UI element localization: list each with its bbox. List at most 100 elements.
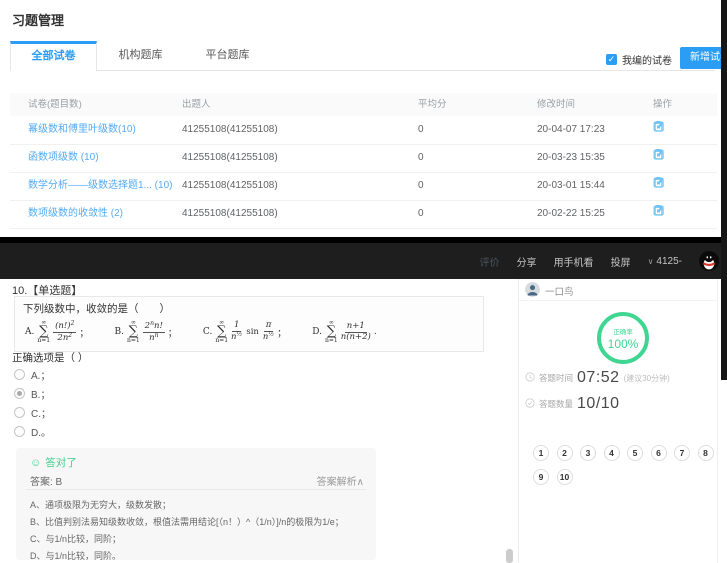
result-sidebar: 一口鸟 正确率 100% 答题时间 07:52 (建议30分钟) 答题数量 10… [518,279,718,563]
paper-avg-score: 0 [418,144,424,172]
col-header-modified: 修改时间 [537,93,575,116]
qq-avatar[interactable] [699,251,719,271]
sidebar-username: 一口鸟 [545,284,574,298]
choice-C[interactable]: C.； [14,405,51,420]
count-label: 答题数量 [539,398,573,410]
radio-unselected[interactable] [14,369,25,380]
paper-table-row: 数学分析——级数选择题1... (10) 41255108(41255108) 0 2… [10,172,717,201]
analysis-toggle[interactable]: 答案解析∧ [317,473,364,488]
math-option-C: C.∞∑n=11n½sinπn½； [203,320,286,344]
question-nav-1[interactable]: 1 [533,445,549,461]
player-top-bar: 评价 分享 用手机看 投屏 ∨4125- [0,237,727,279]
paper-author: 41255108(41255108) [182,172,278,200]
feedback-result: ☺ 答对了 [30,455,77,470]
choice-label: B.； [31,386,50,401]
question-nav-4[interactable]: 4 [604,445,620,461]
paper-modified-time: 20-03-01 15:44 [537,172,605,200]
feedback-result-text: 答对了 [45,455,77,470]
question-nav-9[interactable]: 9 [533,469,549,485]
paper-author: 41255108(41255108) [182,116,278,144]
question-nav-10[interactable]: 10 [557,469,573,485]
count-value: 10/10 [577,395,620,413]
check-circle-icon [525,395,535,413]
paper-table-header: 试卷(题目数) 出题人 平均分 修改时间 操作 [10,93,717,116]
paper-avg-score: 0 [418,172,424,200]
sum-symbol: ∞∑n=1 [127,320,140,344]
col-header-author: 出题人 [182,93,211,116]
sidebar-user-row: 一口鸟 [519,279,717,301]
time-hint: (建议30分钟) [624,373,670,384]
paper-link[interactable]: 函数项级数 (10) [28,144,99,172]
user-menu[interactable]: ∨4125- [648,256,682,267]
paper-author: 41255108(41255108) [182,200,278,228]
paper-table-row: 幂级数和傅里叶级数(10)41255108(41255108)020-04-07… [10,116,717,145]
accuracy-label: 正确率 [613,326,633,336]
smiley-icon: ☺ [30,457,41,469]
user-avatar[interactable] [525,282,540,297]
question-nav-8[interactable]: 8 [698,445,714,461]
add-paper-button[interactable]: 新增试卷 [680,47,727,69]
chevron-down-icon: ∨ [648,257,654,266]
explanation-line: B、比值判别法易知级数收敛，根值法需用结论[（n！）^（1/n）]/n的极限为1… [30,515,344,528]
scrollbar-thumb[interactable] [506,549,513,563]
bar-username: 4125- [656,256,682,267]
correct-answer-label: 答案: B [30,473,62,488]
accuracy-value: 100% [608,337,639,351]
radio-selected[interactable] [14,388,25,399]
question-nav-3[interactable]: 3 [580,445,596,461]
col-header-paper: 试卷(题目数) [28,93,82,116]
question-nav-5[interactable]: 5 [627,445,643,461]
paper-modified-time: 20-04-07 17:23 [537,116,605,144]
col-header-actions: 操作 [653,93,672,116]
choice-label: C.； [31,405,51,420]
my-papers-checkbox-group[interactable]: ✓ 我编的试卷 [606,52,672,67]
clock-icon [525,369,535,387]
sum-symbol: ∞∑n=1 [37,320,50,344]
explanation-line: A、通项极限为无穷大，级数发散； [30,498,171,511]
count-stat-row: 答题数量 10/10 [525,395,620,413]
question-text: 下列级数中，收敛的是（ ） [23,301,170,316]
choice-label: D.。 [31,424,51,439]
choice-A[interactable]: A.； [14,367,50,382]
delete-icon[interactable] [653,144,664,172]
question-nav-6[interactable]: 6 [651,445,667,461]
screen: 习题管理 全部试卷 机构题库 平台题库 ✓ 我编的试卷 新增试卷 试卷(题目数)… [0,0,727,563]
paper-author: 41255108(41255108) [182,144,278,172]
sum-symbol: ∞∑n=1 [215,320,228,344]
letterbox-strip [721,0,727,380]
tab-org-bank[interactable]: 机构题库 [97,41,184,70]
delete-icon[interactable] [653,116,664,144]
player-bar-nav: 评价 分享 用手机看 投屏 ∨4125- [480,243,719,279]
bar-item-1[interactable]: 分享 [517,254,537,269]
checkbox-checked-icon[interactable]: ✓ [606,54,617,65]
paper-table-row: 函数项级数 (10) 41255108(41255108) 0 20-03-23 15… [10,144,717,173]
choice-D[interactable]: D.。 [14,424,51,439]
bar-item-0[interactable]: 评价 [480,254,500,269]
question-box: 下列级数中，收敛的是（ ） A.∞∑n=1(n!)22n2；B.∞∑n=12nn… [14,296,484,352]
sum-symbol: ∞∑n=1 [325,320,338,344]
paper-link[interactable]: 数项级数的收敛性 (2) [28,200,123,228]
bar-item-2[interactable]: 用手机看 [554,254,594,269]
choice-label: A.； [31,367,50,382]
feedback-box: ☺ 答对了 答案: B 答案解析∧ A、通项极限为无穷大，级数发散； B、比值判别… [16,448,376,560]
math-option-D: D.∞∑n=1n+1n(n+2). [312,320,376,344]
tab-platform-bank[interactable]: 平台题库 [184,41,271,70]
paper-modified-time: 20-03-23 15:35 [537,144,605,172]
feedback-divider [26,489,366,490]
math-option-B: B.∞∑n=12nn!nn； [114,320,176,344]
explanation-line: C、与1/n比较，同阶； [30,532,121,545]
col-header-avg: 平均分 [418,93,447,116]
bar-item-3[interactable]: 投屏 [611,254,631,269]
question-nav-7[interactable]: 7 [674,445,690,461]
delete-icon[interactable] [653,200,664,228]
delete-icon[interactable] [653,172,664,200]
time-label: 答题时间 [539,372,573,384]
choice-B[interactable]: B.； [14,386,50,401]
tab-all-papers[interactable]: 全部试卷 [10,41,97,71]
question-nav-2[interactable]: 2 [557,445,573,461]
time-stat-row: 答题时间 07:52 (建议30分钟) [525,369,670,387]
radio-unselected[interactable] [14,426,25,437]
paper-link[interactable]: 幂级数和傅里叶级数(10) [28,116,136,144]
radio-unselected[interactable] [14,407,25,418]
paper-link[interactable]: 数学分析——级数选择题1... (10) [28,172,172,200]
